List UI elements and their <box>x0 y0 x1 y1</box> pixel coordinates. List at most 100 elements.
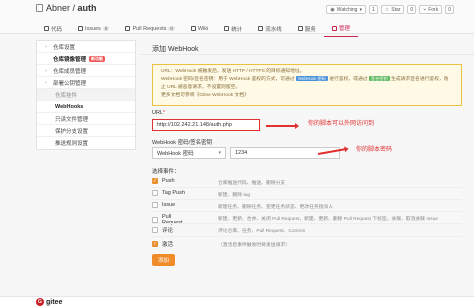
sidebar-item-push-rules[interactable]: 推送规则设置 <box>37 137 135 149</box>
event-divider <box>152 211 462 212</box>
tab-code[interactable]: 代码 <box>36 22 70 37</box>
event-desc: 新建、更新、合并、关闭 Pull Request，新建、更新、删除 Pull R… <box>218 217 438 222</box>
webhook-form-panel: 添加 WebHook URL：WebHook 被触发后，发送 HTTP / HT… <box>140 40 474 306</box>
event-divider <box>152 199 462 200</box>
sidebar-item-label: 仓库设置 <box>53 44 76 51</box>
sidebar-item-members[interactable]: › 仓库成员管理 <box>37 65 135 77</box>
page-title: 添加 WebHook <box>152 46 199 53</box>
sidebar-item-protected-branches[interactable]: 保护分支设置 <box>37 125 135 137</box>
event-tag-push[interactable]: Tag Push <box>152 190 188 196</box>
sidebar-group-label: 仓库挂件 <box>55 92 78 99</box>
secret-annotation: 你的脚本密码 <box>356 147 393 153</box>
watching-label: Watching <box>336 6 358 13</box>
tab-label: Pull Requests <box>132 25 167 32</box>
help-notice: URL：WebHook 被触发后，发送 HTTP / HTTPS 的目标通知地址… <box>152 64 462 106</box>
add-button[interactable]: 添加 <box>152 254 176 266</box>
tab-settings[interactable]: 管理 <box>323 22 358 37</box>
repo-name[interactable]: auth <box>78 3 97 13</box>
sidebar-item-label: 仓库成员管理 <box>53 68 87 75</box>
url-annotation: 你的脚本可以外网访问到 <box>308 121 375 127</box>
tab-service[interactable]: 服务 <box>290 22 324 37</box>
tab-label: 代码 <box>51 26 63 33</box>
secret-type-value: WebHook 密码 <box>157 151 194 157</box>
tab-wiki[interactable]: Wiki <box>183 22 216 37</box>
fork-count[interactable]: 0 <box>445 5 454 14</box>
sidebar-item-label: 推送规则设置 <box>55 141 89 147</box>
url-label-text: URL <box>152 110 164 116</box>
event-push[interactable]: ✓ Push <box>152 178 188 184</box>
gitee-logo-icon: G <box>36 298 44 306</box>
sidebar-item-label: 保护分支设置 <box>55 128 89 135</box>
sidebar-item-repo-settings[interactable]: › 仓库设置 <box>37 41 135 53</box>
notice-line-1: URL：WebHook 被触发后，发送 HTTP / HTTPS 的目标通知地址… <box>161 69 305 74</box>
star-button[interactable]: ☆ Star <box>380 5 405 14</box>
repo-icon <box>36 4 43 12</box>
notice-tag-signature: 签名密钥 <box>368 76 390 81</box>
sidebar-item-label: 部署公钥管理 <box>53 80 87 87</box>
event-pull-request[interactable]: Pull Request <box>152 214 188 226</box>
tab-pull-requests[interactable]: Pull Requests 0 <box>117 22 182 37</box>
tab-count-badge: 0 <box>168 26 175 31</box>
pr-icon <box>125 26 131 31</box>
url-arrow <box>266 123 299 128</box>
checkbox-icon[interactable] <box>152 227 158 233</box>
tab-stats[interactable]: 统计 <box>216 22 250 37</box>
active-desc: （激活后事件触发时将发送请求） <box>218 243 290 248</box>
active-toggle[interactable]: ✓ 激活 <box>152 240 188 248</box>
star-icon: ☆ <box>384 6 390 13</box>
checkbox-checked-icon[interactable]: ✓ <box>152 178 158 184</box>
chevron-right-icon: › <box>45 79 47 86</box>
tab-label: Wiki <box>197 25 209 32</box>
fork-button[interactable]: ⑂ Fork <box>419 5 443 14</box>
watching-count[interactable]: 1 <box>368 5 378 14</box>
checkbox-icon[interactable] <box>152 190 158 196</box>
url-label: URL* <box>152 110 165 116</box>
event-divider <box>152 187 462 188</box>
wiki-icon <box>190 26 196 31</box>
checkbox-icon[interactable] <box>152 202 158 208</box>
tab-label: 流水线 <box>265 26 282 33</box>
pipeline-icon <box>258 26 264 31</box>
gitee-logo[interactable]: G gitee <box>36 298 62 306</box>
tab-issues[interactable]: Issues 0 <box>70 22 117 37</box>
chevron-down-icon: ▾ <box>218 150 221 156</box>
fork-icon: ⑂ <box>423 6 427 13</box>
sidebar-item-readonly-files[interactable]: 只读文件管理 <box>37 113 135 125</box>
sidebar-item-webhooks[interactable]: WebHooks <box>37 101 135 113</box>
event-name: Tag Push <box>162 190 185 196</box>
tab-count-badge: 0 <box>102 26 110 31</box>
secret-label: WebHook 密码/签名密钥 <box>152 140 213 146</box>
required-mark: * <box>163 110 166 116</box>
title-divider <box>140 54 474 55</box>
sidebar-item-deploy-keys[interactable]: › 部署公钥管理 <box>37 77 135 89</box>
event-desc: 评论仓库、任务、Pull Request、Commit <box>218 229 305 234</box>
events-label: 选择事件： <box>152 169 180 175</box>
event-name: 评论 <box>162 228 174 234</box>
stats-icon <box>224 26 230 31</box>
url-input[interactable]: http://102.242.21.148/auth.php <box>152 119 260 131</box>
sidebar-item-label: WebHooks <box>55 103 84 110</box>
repo-owner[interactable]: Abner <box>46 3 70 13</box>
gitee-logo-text: gitee <box>46 298 63 306</box>
event-desc: 仓库推送代码、推送、删除分支 <box>218 181 286 186</box>
chevron-down-icon: ▾ <box>359 6 362 13</box>
sidebar-group-widgets: 仓库挂件 <box>37 89 135 101</box>
event-name: Issue <box>162 202 176 208</box>
secret-type-select[interactable]: WebHook 密码 ▾ <box>152 147 226 159</box>
star-count[interactable]: 0 <box>407 5 417 14</box>
watching-button[interactable]: ◉ Watching ▾ <box>326 5 366 14</box>
event-divider <box>152 236 462 237</box>
checkbox-checked-icon[interactable]: ✓ <box>152 241 158 247</box>
tab-label: 统计 <box>231 26 243 33</box>
header-actions: ◉ Watching ▾ 1 ☆ Star 0 ⑂ Fork 0 <box>326 5 454 14</box>
notice-doc-link[interactable]: 更多文档可参阅《Gitee WebHook 文档》 <box>161 92 453 100</box>
tab-label: 管理 <box>338 26 350 32</box>
repo-tabs: 代码 Issues 0 Pull Requests 0 Wiki 统计 流水线 服务… <box>36 22 358 37</box>
issues-icon <box>78 26 84 31</box>
sidebar-item-mirror[interactable]: 仓库镜像管理 新功能 <box>37 53 135 65</box>
notice-text: WebHook 密码/签名密钥：用于 WebHook 鉴权的方式，可通过 <box>161 77 295 82</box>
event-comment[interactable]: 评论 <box>152 226 188 234</box>
event-issue[interactable]: Issue <box>152 202 188 208</box>
eye-icon: ◉ <box>330 6 335 13</box>
tab-pipeline[interactable]: 流水线 <box>250 22 290 37</box>
